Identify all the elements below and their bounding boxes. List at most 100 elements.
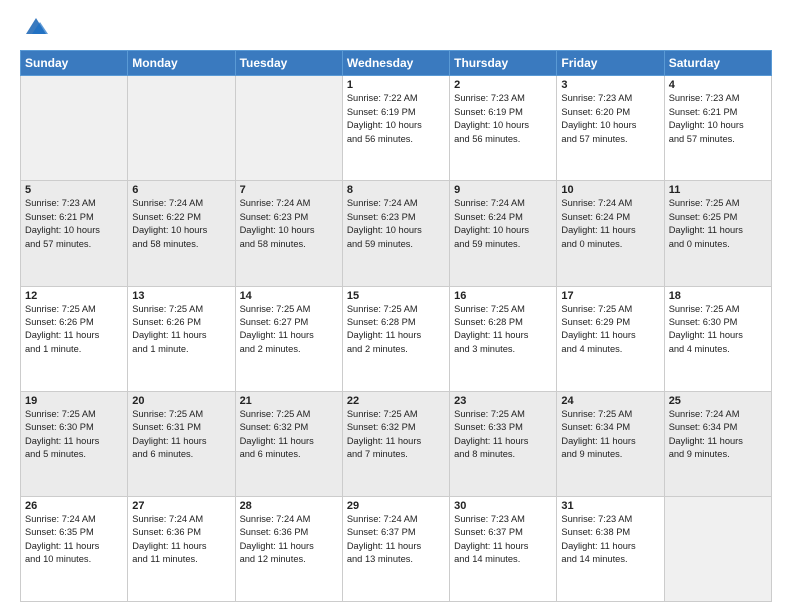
day-info: Sunrise: 7:24 AM Sunset: 6:36 PM Dayligh… xyxy=(240,513,338,567)
calendar-cell: 10Sunrise: 7:24 AM Sunset: 6:24 PM Dayli… xyxy=(557,181,664,286)
day-number: 28 xyxy=(240,500,338,512)
day-number: 27 xyxy=(132,500,230,512)
day-info: Sunrise: 7:25 AM Sunset: 6:26 PM Dayligh… xyxy=(132,303,230,357)
day-header-saturday: Saturday xyxy=(664,51,771,76)
day-number: 10 xyxy=(561,184,659,196)
day-number: 17 xyxy=(561,290,659,302)
calendar-cell: 3Sunrise: 7:23 AM Sunset: 6:20 PM Daylig… xyxy=(557,76,664,181)
calendar-cell: 12Sunrise: 7:25 AM Sunset: 6:26 PM Dayli… xyxy=(21,286,128,391)
calendar-cell: 2Sunrise: 7:23 AM Sunset: 6:19 PM Daylig… xyxy=(450,76,557,181)
day-info: Sunrise: 7:25 AM Sunset: 6:30 PM Dayligh… xyxy=(25,408,123,462)
calendar-cell: 24Sunrise: 7:25 AM Sunset: 6:34 PM Dayli… xyxy=(557,391,664,496)
day-number: 30 xyxy=(454,500,552,512)
calendar-cell: 22Sunrise: 7:25 AM Sunset: 6:32 PM Dayli… xyxy=(342,391,449,496)
day-info: Sunrise: 7:25 AM Sunset: 6:32 PM Dayligh… xyxy=(347,408,445,462)
day-info: Sunrise: 7:25 AM Sunset: 6:32 PM Dayligh… xyxy=(240,408,338,462)
calendar-cell: 14Sunrise: 7:25 AM Sunset: 6:27 PM Dayli… xyxy=(235,286,342,391)
calendar-cell: 26Sunrise: 7:24 AM Sunset: 6:35 PM Dayli… xyxy=(21,496,128,601)
day-number: 8 xyxy=(347,184,445,196)
day-info: Sunrise: 7:25 AM Sunset: 6:31 PM Dayligh… xyxy=(132,408,230,462)
calendar-week-2: 5Sunrise: 7:23 AM Sunset: 6:21 PM Daylig… xyxy=(21,181,772,286)
day-header-monday: Monday xyxy=(128,51,235,76)
day-info: Sunrise: 7:25 AM Sunset: 6:27 PM Dayligh… xyxy=(240,303,338,357)
calendar-cell: 21Sunrise: 7:25 AM Sunset: 6:32 PM Dayli… xyxy=(235,391,342,496)
day-info: Sunrise: 7:24 AM Sunset: 6:34 PM Dayligh… xyxy=(669,408,767,462)
day-info: Sunrise: 7:23 AM Sunset: 6:21 PM Dayligh… xyxy=(25,197,123,251)
day-info: Sunrise: 7:22 AM Sunset: 6:19 PM Dayligh… xyxy=(347,92,445,146)
calendar-cell: 6Sunrise: 7:24 AM Sunset: 6:22 PM Daylig… xyxy=(128,181,235,286)
day-header-thursday: Thursday xyxy=(450,51,557,76)
calendar-cell: 31Sunrise: 7:23 AM Sunset: 6:38 PM Dayli… xyxy=(557,496,664,601)
day-info: Sunrise: 7:23 AM Sunset: 6:38 PM Dayligh… xyxy=(561,513,659,567)
calendar-cell: 11Sunrise: 7:25 AM Sunset: 6:25 PM Dayli… xyxy=(664,181,771,286)
day-number: 18 xyxy=(669,290,767,302)
calendar-cell xyxy=(21,76,128,181)
day-header-friday: Friday xyxy=(557,51,664,76)
day-number: 2 xyxy=(454,79,552,91)
day-info: Sunrise: 7:25 AM Sunset: 6:26 PM Dayligh… xyxy=(25,303,123,357)
day-header-sunday: Sunday xyxy=(21,51,128,76)
day-info: Sunrise: 7:25 AM Sunset: 6:34 PM Dayligh… xyxy=(561,408,659,462)
day-number: 19 xyxy=(25,395,123,407)
calendar-week-5: 26Sunrise: 7:24 AM Sunset: 6:35 PM Dayli… xyxy=(21,496,772,601)
day-info: Sunrise: 7:24 AM Sunset: 6:37 PM Dayligh… xyxy=(347,513,445,567)
page-header xyxy=(20,16,772,40)
calendar-header-row: SundayMondayTuesdayWednesdayThursdayFrid… xyxy=(21,51,772,76)
logo-icon xyxy=(22,12,50,40)
calendar-cell: 1Sunrise: 7:22 AM Sunset: 6:19 PM Daylig… xyxy=(342,76,449,181)
calendar-cell: 29Sunrise: 7:24 AM Sunset: 6:37 PM Dayli… xyxy=(342,496,449,601)
day-number: 15 xyxy=(347,290,445,302)
day-info: Sunrise: 7:23 AM Sunset: 6:20 PM Dayligh… xyxy=(561,92,659,146)
day-info: Sunrise: 7:23 AM Sunset: 6:19 PM Dayligh… xyxy=(454,92,552,146)
day-info: Sunrise: 7:23 AM Sunset: 6:37 PM Dayligh… xyxy=(454,513,552,567)
calendar-week-4: 19Sunrise: 7:25 AM Sunset: 6:30 PM Dayli… xyxy=(21,391,772,496)
day-number: 20 xyxy=(132,395,230,407)
calendar-cell: 20Sunrise: 7:25 AM Sunset: 6:31 PM Dayli… xyxy=(128,391,235,496)
day-number: 13 xyxy=(132,290,230,302)
calendar-cell: 18Sunrise: 7:25 AM Sunset: 6:30 PM Dayli… xyxy=(664,286,771,391)
day-number: 29 xyxy=(347,500,445,512)
day-number: 21 xyxy=(240,395,338,407)
calendar-week-3: 12Sunrise: 7:25 AM Sunset: 6:26 PM Dayli… xyxy=(21,286,772,391)
day-info: Sunrise: 7:24 AM Sunset: 6:36 PM Dayligh… xyxy=(132,513,230,567)
day-number: 3 xyxy=(561,79,659,91)
calendar-cell: 19Sunrise: 7:25 AM Sunset: 6:30 PM Dayli… xyxy=(21,391,128,496)
calendar-cell: 8Sunrise: 7:24 AM Sunset: 6:23 PM Daylig… xyxy=(342,181,449,286)
calendar-cell xyxy=(664,496,771,601)
day-info: Sunrise: 7:25 AM Sunset: 6:28 PM Dayligh… xyxy=(454,303,552,357)
calendar-cell: 13Sunrise: 7:25 AM Sunset: 6:26 PM Dayli… xyxy=(128,286,235,391)
day-info: Sunrise: 7:25 AM Sunset: 6:28 PM Dayligh… xyxy=(347,303,445,357)
day-number: 31 xyxy=(561,500,659,512)
calendar-cell: 5Sunrise: 7:23 AM Sunset: 6:21 PM Daylig… xyxy=(21,181,128,286)
calendar-week-1: 1Sunrise: 7:22 AM Sunset: 6:19 PM Daylig… xyxy=(21,76,772,181)
day-info: Sunrise: 7:24 AM Sunset: 6:24 PM Dayligh… xyxy=(561,197,659,251)
calendar-cell xyxy=(128,76,235,181)
day-info: Sunrise: 7:24 AM Sunset: 6:23 PM Dayligh… xyxy=(347,197,445,251)
day-number: 5 xyxy=(25,184,123,196)
day-info: Sunrise: 7:25 AM Sunset: 6:33 PM Dayligh… xyxy=(454,408,552,462)
day-number: 22 xyxy=(347,395,445,407)
day-info: Sunrise: 7:23 AM Sunset: 6:21 PM Dayligh… xyxy=(669,92,767,146)
calendar-cell: 4Sunrise: 7:23 AM Sunset: 6:21 PM Daylig… xyxy=(664,76,771,181)
calendar-cell: 7Sunrise: 7:24 AM Sunset: 6:23 PM Daylig… xyxy=(235,181,342,286)
day-number: 1 xyxy=(347,79,445,91)
day-number: 25 xyxy=(669,395,767,407)
day-info: Sunrise: 7:25 AM Sunset: 6:29 PM Dayligh… xyxy=(561,303,659,357)
day-header-tuesday: Tuesday xyxy=(235,51,342,76)
calendar-table: SundayMondayTuesdayWednesdayThursdayFrid… xyxy=(20,50,772,602)
calendar-cell: 9Sunrise: 7:24 AM Sunset: 6:24 PM Daylig… xyxy=(450,181,557,286)
calendar-cell: 28Sunrise: 7:24 AM Sunset: 6:36 PM Dayli… xyxy=(235,496,342,601)
day-info: Sunrise: 7:24 AM Sunset: 6:24 PM Dayligh… xyxy=(454,197,552,251)
day-number: 7 xyxy=(240,184,338,196)
calendar-cell: 27Sunrise: 7:24 AM Sunset: 6:36 PM Dayli… xyxy=(128,496,235,601)
day-number: 24 xyxy=(561,395,659,407)
day-number: 9 xyxy=(454,184,552,196)
day-info: Sunrise: 7:24 AM Sunset: 6:23 PM Dayligh… xyxy=(240,197,338,251)
logo xyxy=(20,16,50,40)
calendar-cell: 30Sunrise: 7:23 AM Sunset: 6:37 PM Dayli… xyxy=(450,496,557,601)
day-info: Sunrise: 7:24 AM Sunset: 6:35 PM Dayligh… xyxy=(25,513,123,567)
day-info: Sunrise: 7:25 AM Sunset: 6:25 PM Dayligh… xyxy=(669,197,767,251)
day-number: 14 xyxy=(240,290,338,302)
day-number: 26 xyxy=(25,500,123,512)
day-number: 4 xyxy=(669,79,767,91)
